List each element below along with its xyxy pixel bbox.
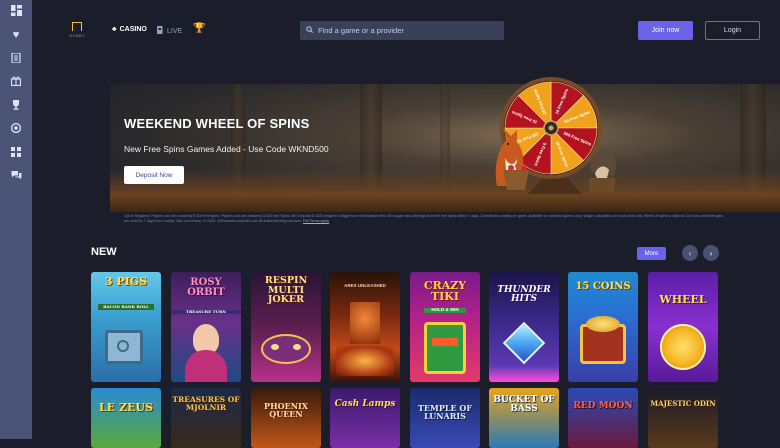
game-title: Cash Lamps bbox=[334, 399, 396, 409]
nav-live[interactable]: LIVE bbox=[157, 26, 182, 36]
game-title: THUNDER HITS bbox=[497, 285, 551, 304]
carousel-next-button[interactable]: › bbox=[703, 245, 719, 261]
game-subtitle: HOLD & WIN bbox=[424, 307, 466, 313]
deposit-now-button[interactable]: Deposit Now bbox=[124, 166, 184, 184]
game-title: MAJESTIC ODIN bbox=[650, 399, 716, 408]
terms-text: Opt-in Required. Players can win randoml… bbox=[124, 214, 724, 224]
live-icon bbox=[157, 26, 164, 36]
game-tile-crazy-tiki[interactable]: CRAZY TIKI HOLD & WIN bbox=[410, 272, 480, 382]
nav-live-label: LIVE bbox=[167, 27, 183, 35]
game-tile-temple-of-lunaris[interactable]: TEMPLE OF LUNARIS bbox=[410, 388, 480, 448]
game-title: LE ZEUS bbox=[99, 401, 153, 414]
chevron-left-icon: ‹ bbox=[688, 248, 692, 258]
game-title: RESPIN MULTI JOKER bbox=[264, 275, 308, 305]
full-terms-link[interactable]: Full Terms apply bbox=[303, 219, 329, 223]
carousel-prev-button[interactable]: ‹ bbox=[682, 245, 698, 261]
game-tile-15-coins[interactable]: 15 COINS bbox=[568, 272, 638, 382]
grid-icon[interactable] bbox=[10, 4, 22, 16]
cards-icon: ♣ bbox=[112, 26, 117, 33]
joker-mask bbox=[261, 334, 311, 364]
glow-effect bbox=[489, 366, 559, 382]
login-button[interactable]: Login bbox=[705, 21, 760, 40]
nav-tournaments-trophy-icon[interactable]: 🏆 bbox=[193, 23, 205, 34]
game-title: WHEEL bbox=[659, 293, 707, 306]
game-tile-wheel[interactable]: WHEEL bbox=[648, 272, 718, 382]
apps-icon[interactable] bbox=[10, 146, 22, 158]
logo-house-icon bbox=[72, 22, 82, 31]
game-tile-thunder-hits[interactable]: THUNDER HITS bbox=[489, 272, 559, 382]
game-tile-ares-unleashed[interactable]: ARES UNLEASHED bbox=[330, 272, 400, 382]
more-button[interactable]: More bbox=[637, 247, 666, 260]
game-title: BUCKET OF BASS bbox=[493, 395, 555, 414]
game-tile-respin-multi-joker[interactable]: RESPIN MULTI JOKER bbox=[251, 272, 321, 382]
join-now-button[interactable]: Join now bbox=[638, 21, 693, 40]
nav-casino[interactable]: ♣ CASINO bbox=[112, 26, 147, 33]
forest-floor bbox=[110, 168, 780, 212]
game-tile-red-moon[interactable]: RED MOON bbox=[568, 388, 638, 448]
game-title: PHOENIX QUEEN bbox=[264, 401, 308, 419]
trophy-icon[interactable] bbox=[10, 99, 22, 111]
chevron-right-icon: › bbox=[709, 248, 713, 258]
gold-coins bbox=[586, 316, 620, 332]
chat-icon[interactable] bbox=[10, 169, 22, 181]
hero-banner: WEEKEND WHEEL OF SPINS New Free Spins Ga… bbox=[110, 84, 780, 212]
heart-icon[interactable]: ♥ bbox=[10, 29, 22, 41]
gift-icon[interactable] bbox=[10, 75, 22, 87]
terms-body: Opt-in Required. Players can win randoml… bbox=[124, 214, 724, 224]
search-icon bbox=[306, 26, 313, 35]
game-title: 15 COINS bbox=[575, 281, 631, 292]
game-tile-cash-lamps[interactable]: Cash Lamps bbox=[330, 388, 400, 448]
game-tile-majestic-odin[interactable]: MAJESTIC ODIN bbox=[648, 388, 718, 448]
mask-eye bbox=[271, 344, 279, 350]
game-title: ARES UNLEASHED bbox=[344, 283, 386, 288]
game-tile-3-pigs[interactable]: 3 PIGS BACON BANK ROLL bbox=[91, 272, 161, 382]
search-input[interactable] bbox=[318, 26, 488, 35]
game-tile-treasures-of-mjolnir[interactable]: TREASURES OF MJOLNIR bbox=[171, 388, 241, 448]
game-title: ROSY ORBIT bbox=[187, 277, 225, 298]
wheel-of-spins-illustration: 10 Free Spins 50 Free Spins 500 Free Spins… bbox=[493, 66, 618, 196]
logo[interactable]: HOBBY bbox=[66, 22, 88, 42]
mask-eye bbox=[293, 344, 301, 350]
game-title: 3 PIGS bbox=[104, 275, 148, 288]
game-tile-le-zeus[interactable]: LE ZEUS bbox=[91, 388, 161, 448]
diamond-gem bbox=[502, 321, 546, 365]
game-title: TEMPLE OF LUNARIS bbox=[417, 403, 473, 421]
section-title-new: NEW bbox=[91, 246, 117, 258]
tiki-mask bbox=[424, 322, 466, 374]
character-dress bbox=[185, 350, 227, 382]
game-title: TREASURES OF MJOLNIR bbox=[172, 395, 240, 412]
logo-text: HOBBY bbox=[69, 33, 85, 38]
chip-icon[interactable] bbox=[10, 122, 22, 134]
game-title: CRAZY TIKI bbox=[423, 279, 467, 303]
game-tile-bucket-of-bass[interactable]: BUCKET OF BASS bbox=[489, 388, 559, 448]
hero-subtitle: New Free Spins Games Added - Use Code WK… bbox=[124, 144, 329, 154]
game-subtitle: TREASURE TURN bbox=[171, 310, 241, 314]
fire-effect bbox=[336, 346, 394, 376]
game-tile-rosy-orbit[interactable]: ROSY ORBIT TREASURE TURN bbox=[171, 272, 241, 382]
search-bar[interactable] bbox=[300, 21, 504, 40]
sidebar-rail: ♥ bbox=[0, 0, 32, 439]
game-subtitle: BACON BANK ROLL bbox=[98, 304, 154, 310]
top-bar: HOBBY ♣ CASINO LIVE 🏆 Join now Login bbox=[32, 0, 780, 62]
game-tile-phoenix-queen[interactable]: PHOENIX QUEEN bbox=[251, 388, 321, 448]
nav-casino-label: CASINO bbox=[119, 26, 147, 33]
warrior-figure bbox=[350, 302, 380, 344]
gold-coin bbox=[660, 324, 706, 370]
tiki-mouth bbox=[432, 338, 458, 346]
safe-dial-icon bbox=[117, 340, 129, 352]
game-title: RED MOON bbox=[573, 401, 633, 411]
list-icon[interactable] bbox=[10, 52, 22, 64]
hero-title: WEEKEND WHEEL OF SPINS bbox=[124, 116, 310, 131]
